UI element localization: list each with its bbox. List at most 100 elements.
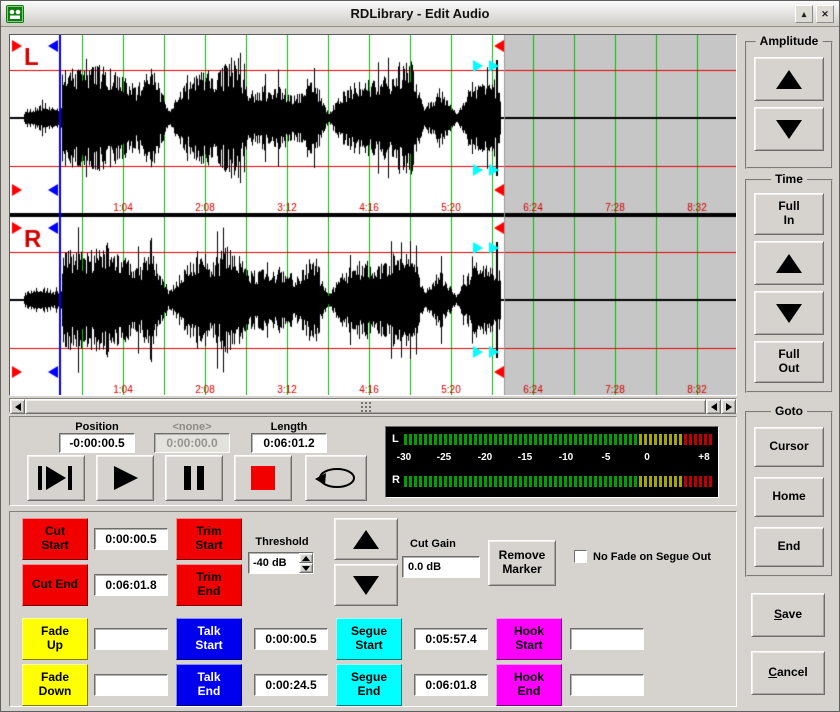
pause-button[interactable] — [165, 455, 223, 501]
stop-button[interactable] — [234, 455, 292, 501]
hook-end-value[interactable] — [570, 674, 644, 696]
no-fade-checkbox[interactable] — [574, 550, 587, 563]
time-down-button[interactable] — [754, 291, 824, 335]
play-from-start-icon — [37, 465, 75, 491]
segue-start-value[interactable]: 0:05:57.4 — [414, 628, 488, 650]
waveform-scrollbar[interactable] — [9, 398, 737, 413]
threshold-spin-down-button[interactable] — [299, 563, 313, 573]
stop-icon — [250, 465, 276, 491]
none-marker-label: <none> — [154, 421, 230, 433]
loop-icon — [314, 464, 358, 492]
play-button[interactable] — [96, 455, 154, 501]
goto-group: Goto Cursor Home End — [745, 411, 833, 577]
marker-down-button[interactable] — [334, 564, 398, 606]
goto-cursor-button[interactable]: Cursor — [754, 427, 824, 467]
goto-home-button[interactable]: Home — [754, 477, 824, 517]
fade-down-value[interactable] — [94, 674, 168, 696]
length-value: 0:06:01.2 — [251, 433, 327, 453]
hook-start-value[interactable] — [570, 628, 644, 650]
waveform-display — [9, 34, 737, 396]
meter-left-label: L — [392, 433, 399, 445]
loop-button[interactable] — [305, 455, 367, 501]
window-title: RDLibrary - Edit Audio — [1, 6, 839, 21]
cut-end-value[interactable]: 0:06:01.8 — [94, 574, 168, 596]
segue-end-value[interactable]: 0:06:01.8 — [414, 674, 488, 696]
time-up-button[interactable] — [754, 241, 824, 285]
segue-end-button[interactable]: Segue End — [336, 664, 402, 706]
spin-down-icon — [302, 566, 310, 571]
threshold-value: -40 dB — [253, 557, 287, 569]
segue-start-button[interactable]: Segue Start — [336, 618, 402, 660]
scroll-left-button[interactable] — [10, 399, 25, 414]
audio-meter: L -30-25-20-15-10-50+8 R — [385, 426, 719, 498]
marker-up-button[interactable] — [334, 518, 398, 560]
shade-button[interactable]: ▴ — [795, 5, 813, 23]
full-in-button[interactable]: Full In — [754, 193, 824, 235]
scroll-left-button-secondary[interactable] — [706, 399, 721, 414]
threshold-label: Threshold — [246, 536, 318, 548]
save-button[interactable]: Save — [751, 593, 825, 637]
up-arrow-icon — [776, 70, 802, 89]
goto-group-title: Goto — [771, 404, 807, 418]
no-fade-label: No Fade on Segue Out — [593, 551, 733, 563]
length-label: Length — [251, 421, 327, 433]
marker-panel: Cut Start 0:00:00.5 Cut End 0:06:01.8 Tr… — [9, 511, 737, 707]
waveform-canvas[interactable] — [10, 35, 736, 395]
remove-marker-button[interactable]: Remove Marker — [488, 540, 556, 586]
spin-up-icon — [302, 556, 310, 561]
title-bar: RDLibrary - Edit Audio ▴ ✕ — [1, 1, 839, 27]
close-icon: ✕ — [821, 9, 829, 20]
position-value: -0:00:00.5 — [59, 433, 135, 453]
amplitude-up-button[interactable] — [754, 57, 824, 101]
hook-end-button[interactable]: Hook End — [496, 664, 562, 706]
pause-icon — [181, 465, 207, 491]
up-arrow-icon — [776, 254, 802, 273]
talk-end-value[interactable]: 0:00:24.5 — [254, 674, 328, 696]
fade-down-button[interactable]: Fade Down — [22, 664, 88, 706]
scrollbar-thumb[interactable] — [25, 399, 706, 414]
up-arrow-icon — [353, 530, 379, 549]
meter-leds-right — [404, 476, 712, 487]
trim-start-button[interactable]: Trim Start — [176, 518, 242, 560]
right-arrow-icon — [726, 403, 732, 411]
left-arrow-icon — [15, 403, 21, 411]
scroll-right-button[interactable] — [721, 399, 736, 414]
cut-gain-value[interactable]: 0.0 dB — [402, 556, 480, 578]
cut-gain-label: Cut Gain — [402, 538, 480, 550]
fade-up-value[interactable] — [94, 628, 168, 650]
edit-audio-window: RDLibrary - Edit Audio ▴ ✕ Position <non… — [0, 0, 840, 712]
meter-leds-left — [404, 434, 712, 445]
close-button[interactable]: ✕ — [816, 5, 834, 23]
transport-panel: Position <none> Length -0:00:00.5 0:00:0… — [9, 416, 737, 506]
amplitude-group-title: Amplitude — [756, 34, 823, 48]
talk-end-button[interactable]: Talk End — [176, 664, 242, 706]
talk-start-button[interactable]: Talk Start — [176, 618, 242, 660]
cancel-button[interactable]: Cancel — [751, 651, 825, 695]
shade-icon: ▴ — [802, 9, 807, 20]
hook-start-button[interactable]: Hook Start — [496, 618, 562, 660]
cut-start-value[interactable]: 0:00:00.5 — [94, 528, 168, 550]
time-group-title: Time — [771, 172, 807, 186]
down-arrow-icon — [776, 304, 802, 323]
meter-scale: -30-25-20-15-10-50+8 — [386, 452, 716, 465]
fade-up-button[interactable]: Fade Up — [22, 618, 88, 660]
cut-end-button[interactable]: Cut End — [22, 564, 88, 606]
amplitude-group: Amplitude — [745, 41, 833, 169]
full-out-button[interactable]: Full Out — [754, 341, 824, 383]
talk-start-value[interactable]: 0:00:00.5 — [254, 628, 328, 650]
thumb-grip-icon — [365, 406, 367, 408]
meter-right-label: R — [392, 474, 400, 486]
threshold-spinbox[interactable]: -40 dB — [248, 552, 314, 574]
threshold-spin-up-button[interactable] — [299, 553, 313, 563]
trim-end-button[interactable]: Trim End — [176, 564, 242, 606]
cut-start-button[interactable]: Cut Start — [22, 518, 88, 560]
none-marker-value: 0:00:00.0 — [154, 433, 230, 453]
left-arrow-icon — [711, 403, 717, 411]
amplitude-down-button[interactable] — [754, 107, 824, 151]
down-arrow-icon — [776, 120, 802, 139]
down-arrow-icon — [353, 576, 379, 595]
play-icon — [110, 465, 140, 491]
play-from-start-button[interactable] — [27, 455, 85, 501]
goto-end-button[interactable]: End — [754, 527, 824, 567]
position-label: Position — [59, 421, 135, 433]
